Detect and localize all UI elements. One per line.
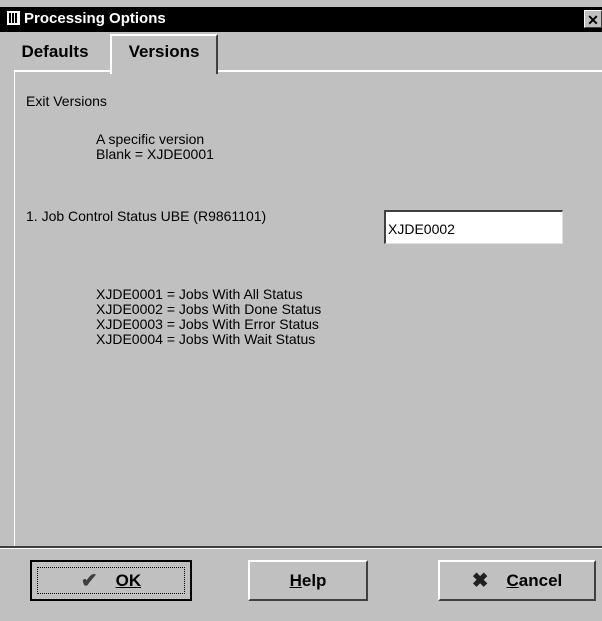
tab-versions[interactable]: Versions [110,34,218,74]
version-list-item: XJDE0004 = Jobs With Wait Status [96,331,316,347]
job-control-status-input[interactable] [384,210,563,244]
close-icon: ✕ [587,12,599,28]
ok-label: OK [115,571,142,590]
help-label: Help [289,571,327,590]
cancel-label: Cancel [506,571,563,590]
cancel-button[interactable]: ✖ Cancel [438,560,596,601]
processing-options-dialog: Processing Options ✕ Defaults Versions E… [0,0,602,621]
x-icon: ✖ [471,570,489,592]
section-title: Exit Versions [26,93,107,109]
checkmark-icon: ✔ [80,570,98,592]
tab-defaults[interactable]: Defaults [0,38,110,72]
field-label-job-control-status: 1. Job Control Status UBE (R9861101) [26,208,267,224]
close-button[interactable]: ✕ [584,10,602,28]
ok-button[interactable]: ✔ OK [30,560,192,601]
help-button[interactable]: Help [248,560,368,601]
button-separator [0,546,602,549]
window-title: Processing Options [24,10,166,27]
help-text-line2: Blank = XJDE0001 [96,146,214,162]
title-bar: Processing Options ✕ [0,7,602,32]
form-icon [7,11,20,25]
tab-strip: Defaults Versions [0,32,602,74]
